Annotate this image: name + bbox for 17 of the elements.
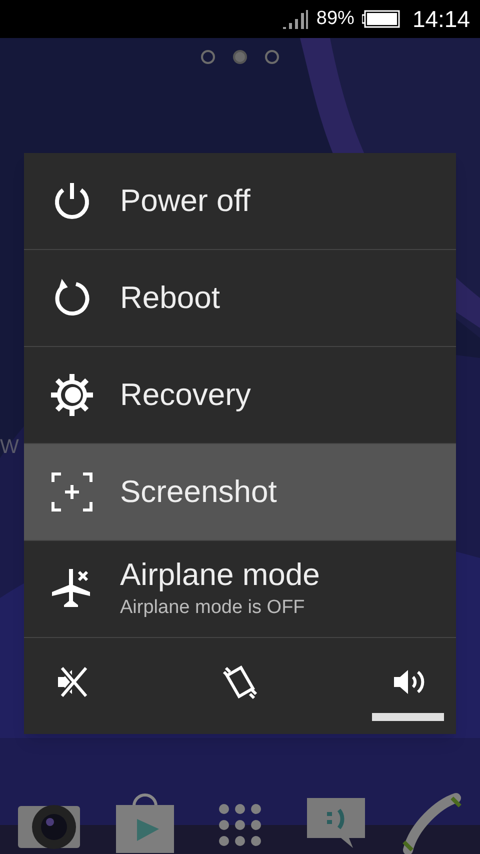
battery-icon xyxy=(362,10,400,28)
menu-item-label: Airplane mode xyxy=(120,556,320,594)
background-text: W xyxy=(0,435,20,460)
signal-icon xyxy=(282,9,308,29)
menu-item[interactable]: Reboot xyxy=(24,250,456,347)
menu-item[interactable]: Power off xyxy=(24,153,456,250)
clock: 14:14 xyxy=(412,4,470,34)
battery-percent: 89% xyxy=(316,6,354,31)
menu-item-label: Recovery xyxy=(120,376,251,414)
menu-item-subtitle: Airplane mode is OFF xyxy=(120,596,306,620)
menu-item-label: Reboot xyxy=(120,279,220,317)
menu-item-label: Power off xyxy=(120,182,250,220)
menu-item[interactable]: Screenshot xyxy=(24,444,456,541)
gear-icon xyxy=(50,373,94,417)
screenshot-icon xyxy=(50,470,94,514)
menu-item[interactable]: Airplane mode Airplane mode is OFF xyxy=(24,541,456,638)
menu-item-label: Screenshot xyxy=(120,473,277,511)
